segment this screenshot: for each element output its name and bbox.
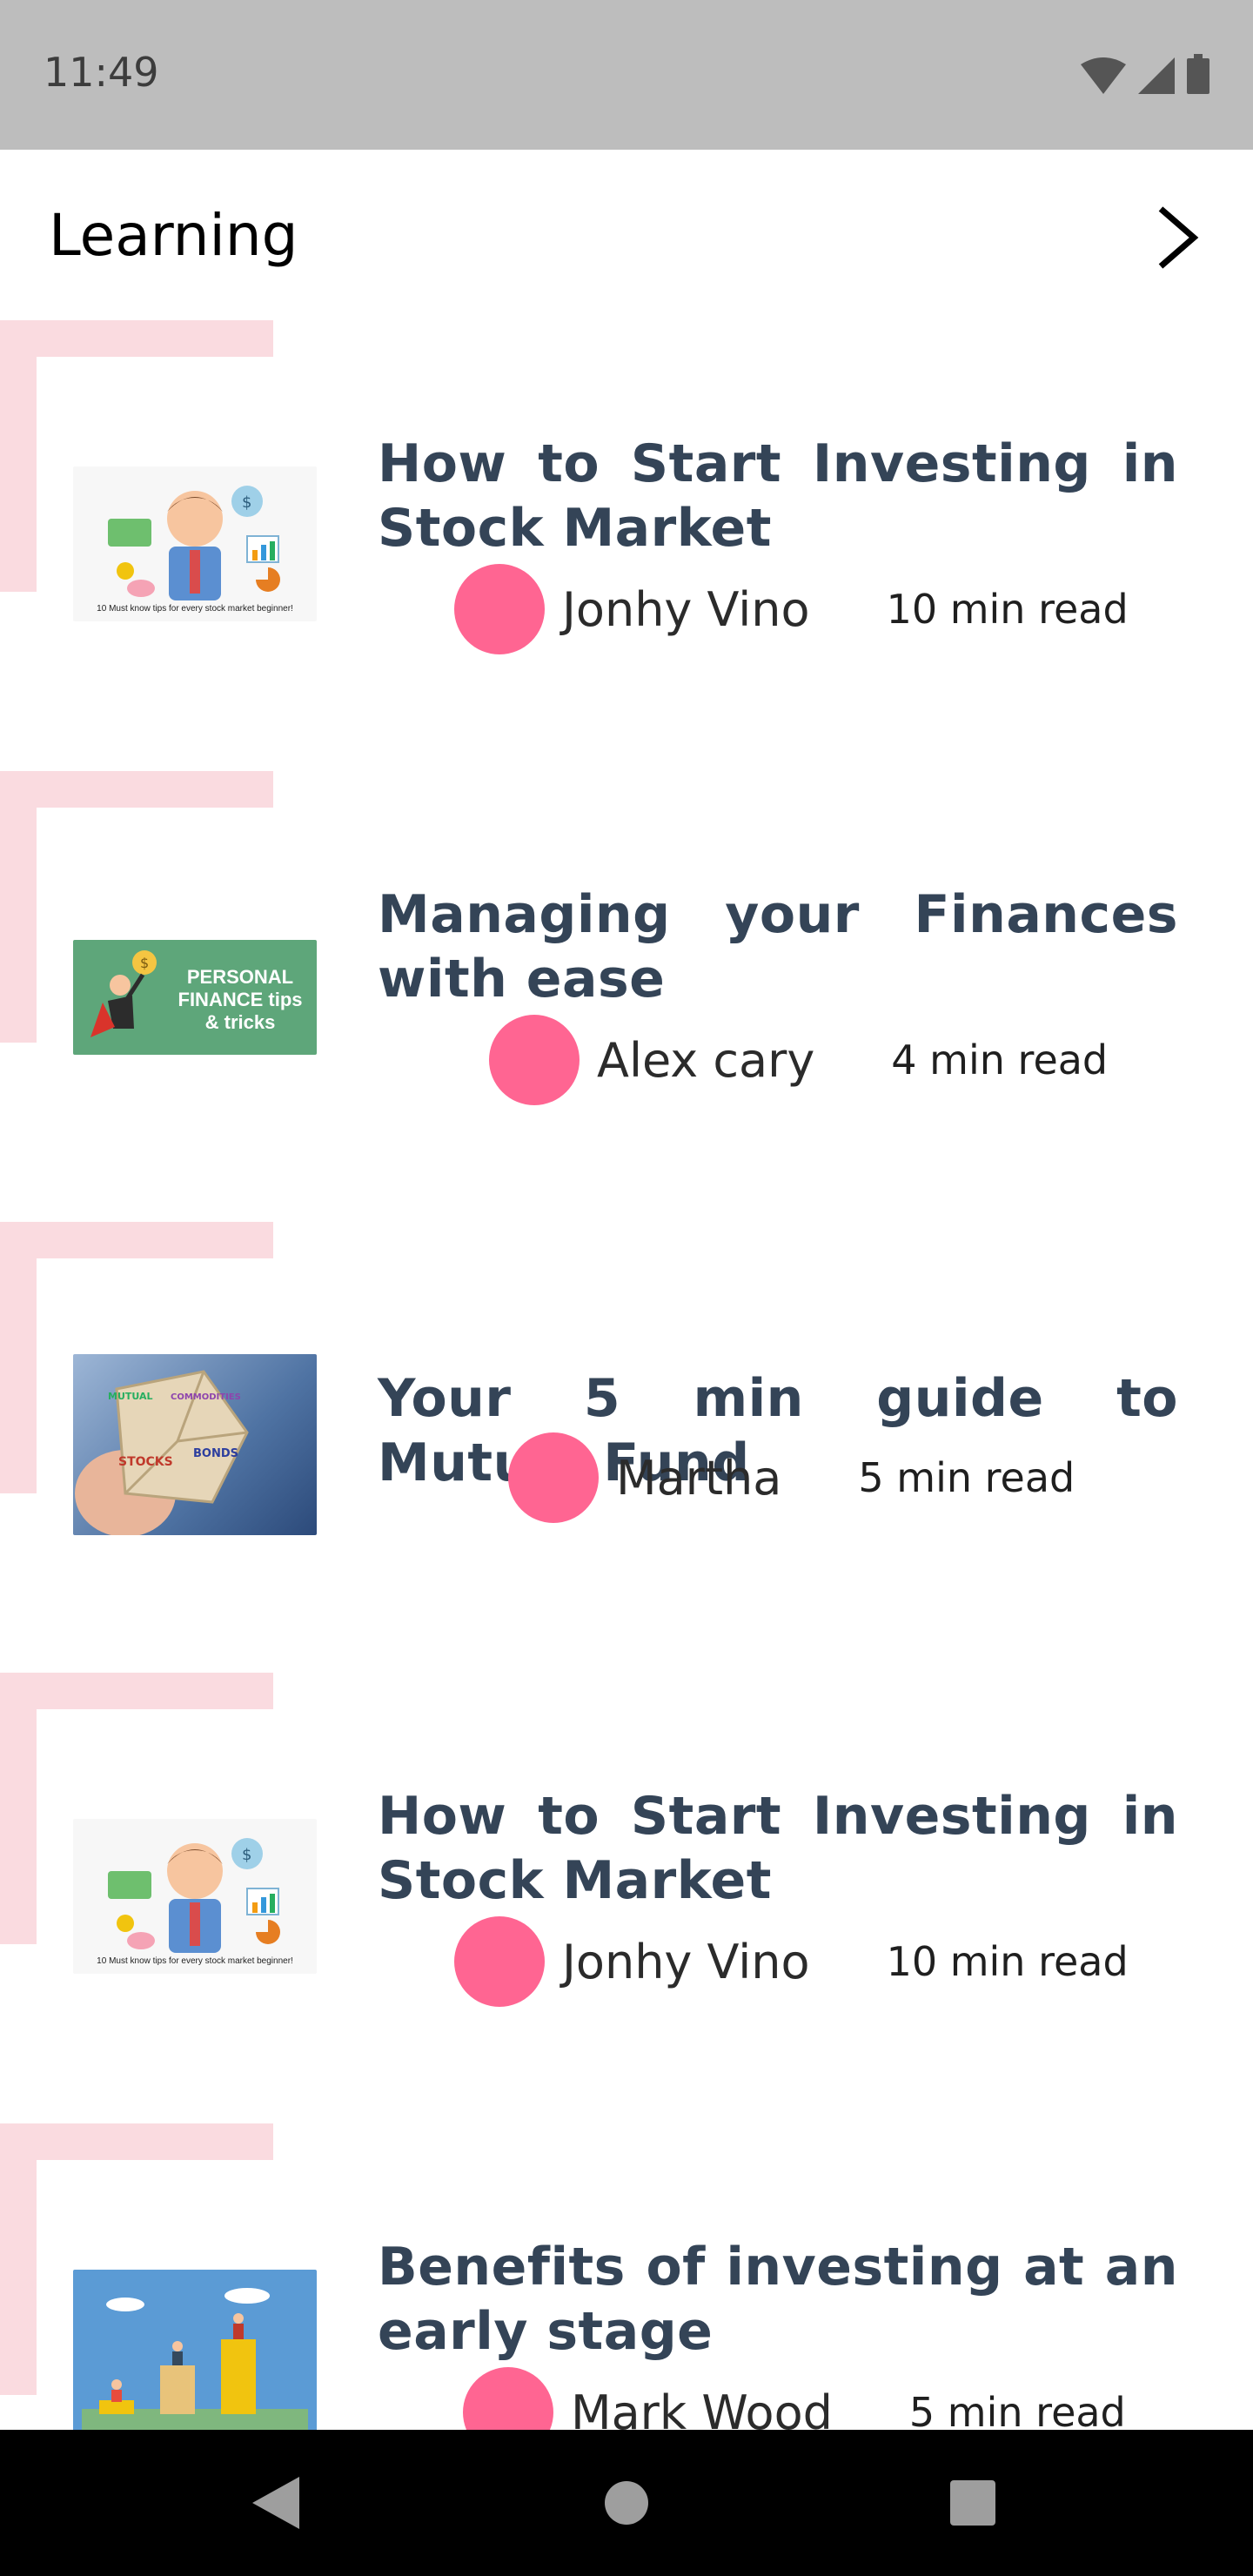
wifi-icon <box>1081 57 1126 94</box>
svg-text:COMMODITIES: COMMODITIES <box>171 1392 241 1402</box>
svg-text:MUTUAL: MUTUAL <box>108 1391 153 1402</box>
author-avatar <box>454 564 545 654</box>
article-title[interactable]: Managing your Finances with ease <box>378 882 1178 1011</box>
header: Learning <box>0 150 1253 324</box>
article-meta: Martha 5 min read <box>508 1432 1075 1523</box>
article-title[interactable]: How to Start Investing in Stock Market <box>378 1784 1178 1913</box>
article-card[interactable]: STOCKS BONDS MUTUAL COMMODITIES Your 5 m… <box>0 1222 1253 1673</box>
article-meta: Mark Wood 5 min read <box>463 2367 1126 2430</box>
svg-text:BONDS: BONDS <box>193 1447 238 1460</box>
article-list: $ 10 Must know tips for every stock mark… <box>0 320 1253 2430</box>
read-time: 10 min read <box>886 586 1129 633</box>
article-title[interactable]: How to Start Investing in Stock Market <box>378 432 1178 560</box>
article-thumbnail: $ PERSONAL FINANCE tips & tricks <box>73 940 317 1055</box>
article-card[interactable]: $ 10 Must know tips for every stock mark… <box>0 320 1253 771</box>
navigation-bar <box>0 2430 1253 2576</box>
thumbnail-caption: PERSONAL FINANCE tips & tricks <box>178 966 303 1033</box>
author-avatar <box>508 1432 599 1523</box>
article-thumbnail: $ 10 Must know tips for every stock mark… <box>73 1819 317 1974</box>
back-icon[interactable] <box>252 2477 299 2529</box>
page-title: Learning <box>49 202 298 269</box>
article-meta: Alex cary 4 min read <box>489 1015 1108 1105</box>
author-name: Mark Wood <box>571 2385 833 2431</box>
article-card[interactable]: $ 10 Must know tips for every stock mark… <box>0 1673 1253 2123</box>
author-avatar <box>454 1916 545 2007</box>
thumbnail-caption: 10 Must know tips for every stock market… <box>97 1956 293 1966</box>
article-meta: Jonhy Vino 10 min read <box>454 1916 1129 2007</box>
article-meta: Jonhy Vino 10 min read <box>454 564 1129 654</box>
article-card[interactable]: $ PERSONAL FINANCE tips & tricks Managin… <box>0 771 1253 1222</box>
article-card[interactable]: Benefits of investing at an early stage … <box>0 2123 1253 2430</box>
author-name: Jonhy Vino <box>562 1934 810 1989</box>
read-time: 5 min read <box>908 2389 1126 2430</box>
author-name: Alex cary <box>597 1032 815 1088</box>
author-avatar <box>463 2367 553 2430</box>
article-title[interactable]: Benefits of investing at an early stage <box>378 2235 1178 2364</box>
author-name: Martha <box>616 1450 782 1506</box>
read-time: 4 min read <box>891 1036 1109 1083</box>
status-time: 11:49 <box>44 49 159 96</box>
home-icon[interactable] <box>604 2480 649 2526</box>
chevron-right-icon[interactable] <box>1152 204 1203 272</box>
read-time: 5 min read <box>858 1454 1075 1501</box>
recents-icon[interactable] <box>950 2480 995 2526</box>
article-thumbnail: STOCKS BONDS MUTUAL COMMODITIES <box>73 1354 317 1535</box>
author-avatar <box>489 1015 580 1105</box>
article-thumbnail <box>73 2270 317 2430</box>
battery-icon <box>1187 54 1209 94</box>
svg-text:$: $ <box>242 493 251 512</box>
svg-text:$: $ <box>140 955 149 971</box>
svg-text:STOCKS: STOCKS <box>118 1455 173 1469</box>
article-thumbnail: $ 10 Must know tips for every stock mark… <box>73 466 317 621</box>
status-icons <box>1081 54 1209 94</box>
signal-icon <box>1138 57 1175 94</box>
author-name: Jonhy Vino <box>562 581 810 637</box>
read-time: 10 min read <box>886 1938 1129 1985</box>
status-bar: 11:49 <box>0 0 1253 150</box>
thumbnail-caption: 10 Must know tips for every stock market… <box>97 604 293 614</box>
svg-text:$: $ <box>242 1846 251 1864</box>
